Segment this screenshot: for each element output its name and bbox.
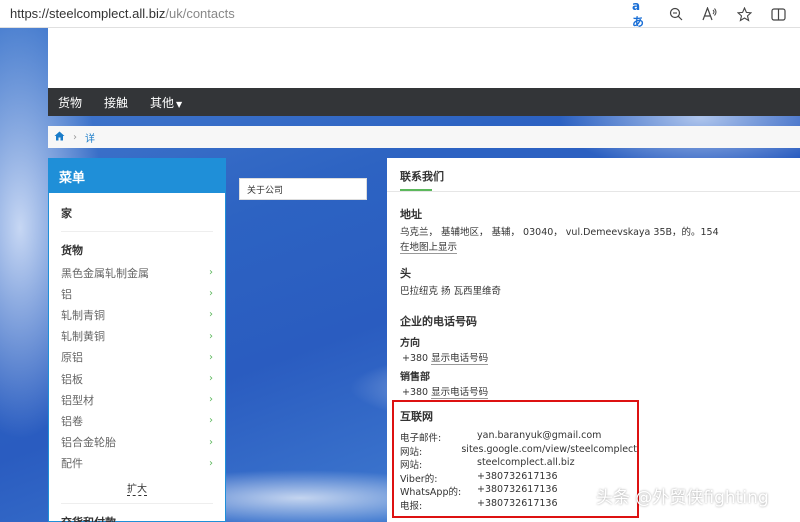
whatsapp-value[interactable]: +380732617136 bbox=[477, 484, 558, 498]
sales-label: 销售部 bbox=[400, 372, 430, 383]
map-link[interactable]: 在地图上显示 bbox=[400, 242, 458, 254]
menu-item[interactable]: 铝合金轮胎 › bbox=[61, 432, 213, 453]
watermark: 头条 @外贸侠fighting bbox=[596, 488, 769, 508]
zoom-icon[interactable] bbox=[666, 4, 686, 24]
chevron-right-icon: › bbox=[209, 351, 213, 363]
sales-show-phone-link[interactable]: 显示电话号码 bbox=[431, 387, 489, 399]
menu-category-delivery[interactable]: 交货和付款 bbox=[61, 504, 213, 522]
menu-item[interactable]: 轧制黄铜 › bbox=[61, 326, 213, 347]
website-value[interactable]: sites.google.com/view/steelcomplect bbox=[461, 444, 637, 458]
split-screen-icon[interactable] bbox=[768, 4, 788, 24]
read-aloud-icon[interactable] bbox=[700, 4, 720, 24]
chevron-right-icon: › bbox=[209, 309, 213, 321]
sidebar-menu: 菜单 家 货物 黑色金属轧制金属 › 铝 › 轧制青铜 › 轧制黄铜 › 原铝 › 铝板 ›… bbox=[48, 158, 226, 522]
internet-row: 网站: steelcomplect.all.biz bbox=[400, 457, 575, 471]
internet-heading: 互联网 bbox=[400, 410, 433, 423]
divider bbox=[387, 191, 800, 192]
direction-phone-prefix: +380 bbox=[402, 353, 429, 364]
direction-label: 方向 bbox=[400, 338, 420, 349]
head-section: 头 巴拉纽克 扬 瓦西里维奇 bbox=[400, 265, 501, 298]
menu-item[interactable]: 原铝 › bbox=[61, 347, 213, 368]
breadcrumb-separator-icon: › bbox=[73, 131, 77, 143]
menu-list: 黑色金属轧制金属 › 铝 › 轧制青铜 › 轧制黄铜 › 原铝 › 铝板 › 铝型材 › 铝卷… bbox=[61, 262, 213, 474]
phones-heading: 企业的电话号码 bbox=[400, 315, 477, 328]
chevron-right-icon: › bbox=[209, 415, 213, 427]
head-name: 巴拉纽克 扬 瓦西里维奇 bbox=[400, 286, 502, 297]
menu-item[interactable]: 轧制青铜 › bbox=[61, 304, 213, 325]
menu-item[interactable]: 铝 › bbox=[61, 283, 213, 304]
menu-item-home[interactable]: 家 bbox=[61, 193, 213, 232]
direction-show-phone-link[interactable]: 显示电话号码 bbox=[431, 353, 489, 365]
contacts-title: 联系我们 bbox=[400, 170, 444, 183]
menu-item[interactable]: 铝型材 › bbox=[61, 389, 213, 410]
address-section: 地址 乌克兰， 基辅地区， 基辅， 03040， vul.Demeevskaya… bbox=[400, 206, 719, 254]
url-domain: https://steelcomplect.all.biz bbox=[10, 6, 166, 21]
home-icon[interactable] bbox=[54, 131, 65, 144]
menu-item[interactable]: 铝卷 › bbox=[61, 410, 213, 431]
direction-phone-row: +380 显示电话号码 bbox=[400, 350, 489, 365]
nav-item-goods[interactable]: 货物 bbox=[58, 94, 82, 111]
head-heading: 头 bbox=[400, 267, 411, 280]
chevron-right-icon: › bbox=[209, 288, 213, 300]
chevron-right-icon: › bbox=[209, 394, 213, 406]
chevron-right-icon: › bbox=[209, 267, 213, 279]
internet-row: 网站: sites.google.com/view/steelcomplect bbox=[400, 443, 637, 458]
sales-phone-row: +380 显示电话号码 bbox=[400, 384, 489, 399]
phones-section: 企业的电话号码 方向 +380 显示电话号码 销售部 +380 显示电话号码 bbox=[400, 313, 489, 399]
telegram-value[interactable]: +380732617136 bbox=[477, 498, 558, 512]
address-bar[interactable]: https://steelcomplect.all.biz/uk/contact… bbox=[10, 6, 235, 21]
menu-category-goods[interactable]: 货物 bbox=[61, 232, 213, 262]
main-navbar: 货物 接触 其他 ▼ bbox=[48, 88, 800, 116]
menu-item[interactable]: 配件 › bbox=[61, 453, 213, 474]
breadcrumb-current[interactable]: 详 bbox=[85, 130, 95, 145]
favorite-icon[interactable] bbox=[734, 4, 754, 24]
title-underline bbox=[400, 189, 432, 191]
chevron-right-icon: › bbox=[209, 330, 213, 342]
sales-phone-prefix: +380 bbox=[402, 387, 429, 398]
viber-value[interactable]: +380732617136 bbox=[477, 471, 558, 485]
contacts-panel: 联系我们 地址 乌克兰， 基辅地区， 基辅， 03040， vul.Demeev… bbox=[387, 158, 800, 522]
chevron-right-icon: › bbox=[209, 373, 213, 385]
menu-item[interactable]: 黑色金属轧制金属 › bbox=[61, 262, 213, 283]
internet-row: 电子邮件: yan.baranyuk@gmail.com bbox=[400, 430, 602, 444]
url-path: /uk/contacts bbox=[165, 6, 235, 21]
breadcrumb: › 详 bbox=[48, 126, 800, 148]
internet-row: Viber的: +380732617136 bbox=[400, 470, 558, 485]
browser-toolbar: https://steelcomplect.all.biz/uk/contact… bbox=[0, 0, 800, 29]
site-header bbox=[48, 28, 800, 88]
address-heading: 地址 bbox=[400, 208, 422, 221]
about-company-link[interactable]: 关于公司 bbox=[239, 178, 367, 200]
nav-item-contact[interactable]: 接触 bbox=[104, 94, 128, 111]
chevron-right-icon: › bbox=[209, 436, 213, 448]
caret-down-icon: ▼ bbox=[176, 99, 183, 109]
translate-icon[interactable]: aあ bbox=[632, 0, 652, 29]
menu-item[interactable]: 铝板 › bbox=[61, 368, 213, 389]
menu-expand-link[interactable]: 扩大 bbox=[61, 474, 213, 504]
email-value[interactable]: yan.baranyuk@gmail.com bbox=[477, 430, 601, 444]
nav-item-other[interactable]: 其他 ▼ bbox=[150, 94, 182, 111]
address-text: 乌克兰， 基辅地区， 基辅， 03040， vul.Demeevskaya 35… bbox=[400, 227, 719, 238]
chevron-right-icon: › bbox=[209, 457, 213, 469]
menu-title: 菜单 bbox=[49, 159, 225, 193]
website-value[interactable]: steelcomplect.all.biz bbox=[477, 457, 575, 471]
